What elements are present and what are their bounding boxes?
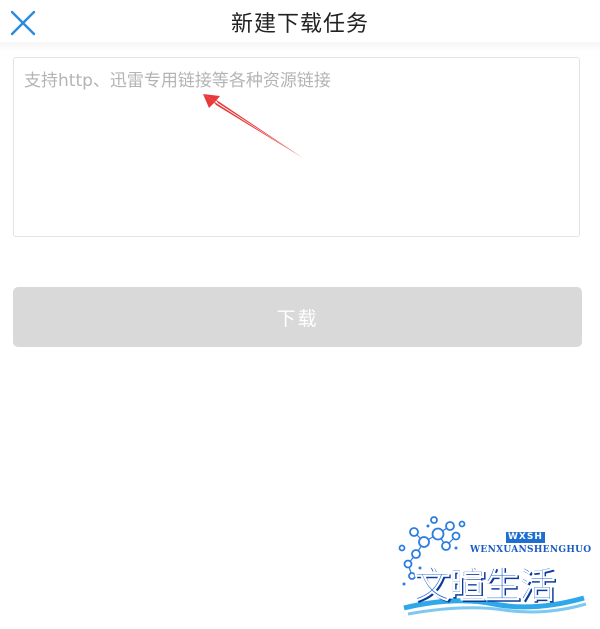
download-button[interactable]: 下载 [13,287,582,347]
watermark-domain: WENXUANSHENGHUO [470,545,592,555]
page-title: 新建下载任务 [230,12,369,37]
header-bar: 新建下载任务 [0,0,600,42]
watermark-badge: WXSH [506,532,545,543]
header-divider [0,42,600,52]
watermark-name: 文暄生活 [413,565,555,607]
red-arrow-icon [203,94,303,158]
watermark-logo: WXSH WENXUANSHENGHUO 文暄生活 [394,512,592,618]
